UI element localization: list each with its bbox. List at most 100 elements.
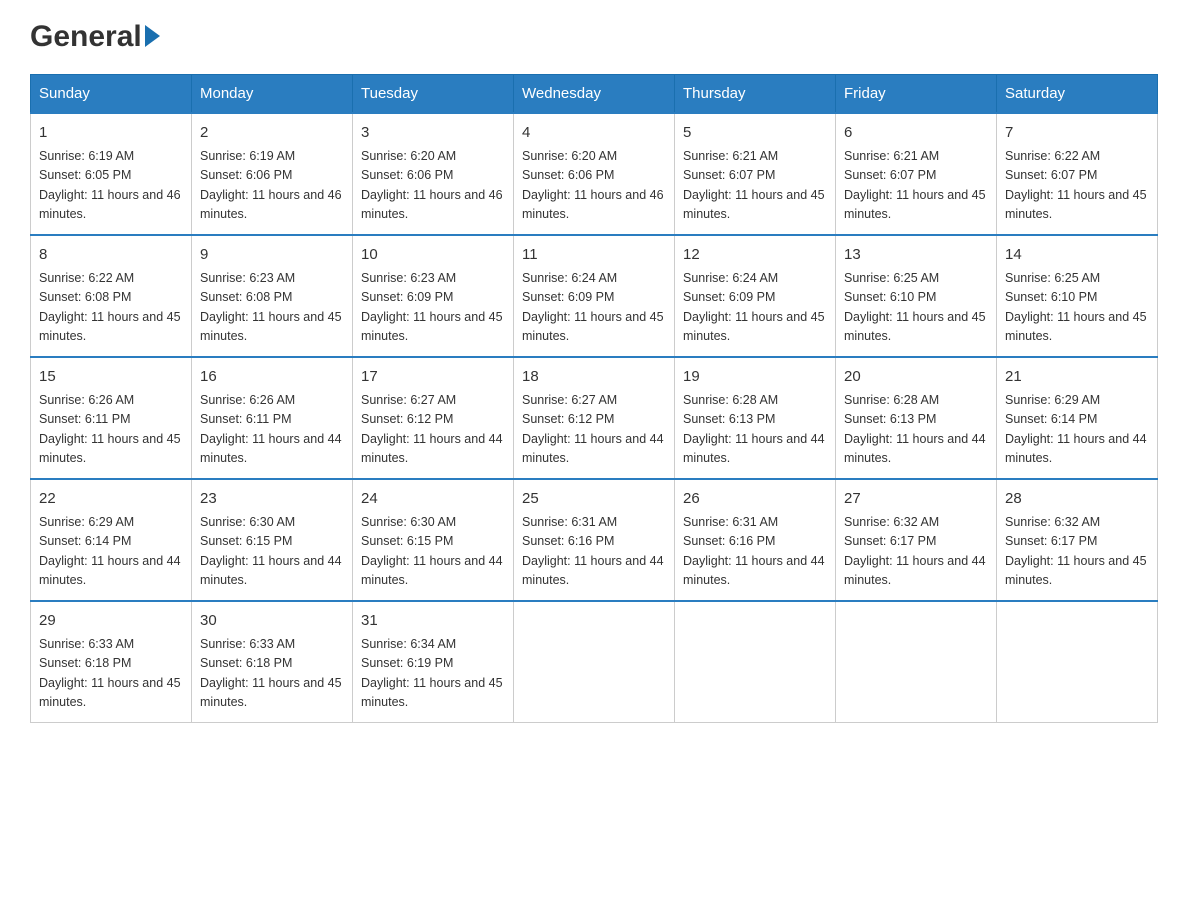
day-number: 23 (200, 488, 344, 510)
week-row-4: 22Sunrise: 6:29 AMSunset: 6:14 PMDayligh… (31, 479, 1158, 601)
day-cell: 21 Sunrise: 6:29 AMSunset: 6:14 PMDayligh… (997, 357, 1158, 479)
day-info: Sunrise: 6:26 AMSunset: 6:11 PMDaylight:… (200, 393, 342, 466)
day-info: Sunrise: 6:31 AMSunset: 6:16 PMDaylight:… (683, 515, 825, 588)
day-cell: 11 Sunrise: 6:24 AMSunset: 6:09 PMDayligh… (514, 235, 675, 357)
day-cell: 12Sunrise: 6:24 AMSunset: 6:09 PMDayligh… (675, 235, 836, 357)
day-number: 30 (200, 610, 344, 632)
day-cell (514, 601, 675, 723)
day-number: 12 (683, 244, 827, 266)
day-number: 4 (522, 122, 666, 144)
day-cell: 30 Sunrise: 6:33 AMSunset: 6:18 PMDayligh… (192, 601, 353, 723)
day-cell: 18 Sunrise: 6:27 AMSunset: 6:12 PMDayligh… (514, 357, 675, 479)
day-cell: 19 Sunrise: 6:28 AMSunset: 6:13 PMDayligh… (675, 357, 836, 479)
header-sunday: Sunday (31, 75, 192, 114)
day-info: Sunrise: 6:33 AMSunset: 6:18 PMDaylight:… (200, 637, 342, 710)
day-info: Sunrise: 6:29 AMSunset: 6:14 PMDaylight:… (1005, 393, 1147, 466)
day-number: 28 (1005, 488, 1149, 510)
day-cell: 28 Sunrise: 6:32 AMSunset: 6:17 PMDayligh… (997, 479, 1158, 601)
day-info: Sunrise: 6:28 AMSunset: 6:13 PMDaylight:… (844, 393, 986, 466)
day-number: 7 (1005, 122, 1149, 144)
logo-arrow-icon (145, 25, 160, 47)
header-tuesday: Tuesday (353, 75, 514, 114)
day-number: 6 (844, 122, 988, 144)
day-number: 11 (522, 244, 666, 266)
day-number: 26 (683, 488, 827, 510)
header-wednesday: Wednesday (514, 75, 675, 114)
day-cell: 25 Sunrise: 6:31 AMSunset: 6:16 PMDayligh… (514, 479, 675, 601)
day-info: Sunrise: 6:19 AMSunset: 6:06 PMDaylight:… (200, 149, 342, 222)
day-number: 20 (844, 366, 988, 388)
day-cell: 29 Sunrise: 6:33 AMSunset: 6:18 PMDayligh… (31, 601, 192, 723)
day-number: 17 (361, 366, 505, 388)
day-cell: 16 Sunrise: 6:26 AMSunset: 6:11 PMDayligh… (192, 357, 353, 479)
day-cell: 27Sunrise: 6:32 AMSunset: 6:17 PMDayligh… (836, 479, 997, 601)
day-number: 10 (361, 244, 505, 266)
day-number: 1 (39, 122, 183, 144)
week-row-2: 8 Sunrise: 6:22 AMSunset: 6:08 PMDaylight… (31, 235, 1158, 357)
day-info: Sunrise: 6:25 AMSunset: 6:10 PMDaylight:… (844, 271, 986, 344)
day-info: Sunrise: 6:20 AMSunset: 6:06 PMDaylight:… (361, 149, 503, 222)
day-info: Sunrise: 6:32 AMSunset: 6:17 PMDaylight:… (1005, 515, 1147, 588)
day-cell: 6 Sunrise: 6:21 AMSunset: 6:07 PMDaylight… (836, 113, 997, 235)
day-number: 21 (1005, 366, 1149, 388)
header-saturday: Saturday (997, 75, 1158, 114)
day-cell: 7 Sunrise: 6:22 AMSunset: 6:07 PMDaylight… (997, 113, 1158, 235)
day-cell: 2Sunrise: 6:19 AMSunset: 6:06 PMDaylight… (192, 113, 353, 235)
calendar-table: SundayMondayTuesdayWednesdayThursdayFrid… (30, 74, 1158, 723)
day-cell: 20 Sunrise: 6:28 AMSunset: 6:13 PMDayligh… (836, 357, 997, 479)
day-info: Sunrise: 6:24 AMSunset: 6:09 PMDaylight:… (522, 271, 664, 344)
day-info: Sunrise: 6:25 AMSunset: 6:10 PMDaylight:… (1005, 271, 1147, 344)
day-info: Sunrise: 6:33 AMSunset: 6:18 PMDaylight:… (39, 637, 181, 710)
day-cell: 14Sunrise: 6:25 AMSunset: 6:10 PMDayligh… (997, 235, 1158, 357)
day-cell: 13 Sunrise: 6:25 AMSunset: 6:10 PMDayligh… (836, 235, 997, 357)
day-number: 18 (522, 366, 666, 388)
day-cell: 24 Sunrise: 6:30 AMSunset: 6:15 PMDayligh… (353, 479, 514, 601)
logo-general: General (30, 20, 142, 54)
day-cell: 4 Sunrise: 6:20 AMSunset: 6:06 PMDaylight… (514, 113, 675, 235)
day-info: Sunrise: 6:29 AMSunset: 6:14 PMDaylight:… (39, 515, 181, 588)
logo: General Blue (30, 20, 160, 54)
day-number: 3 (361, 122, 505, 144)
week-row-1: 1 Sunrise: 6:19 AMSunset: 6:05 PMDaylight… (31, 113, 1158, 235)
day-info: Sunrise: 6:27 AMSunset: 6:12 PMDaylight:… (522, 393, 664, 466)
day-number: 29 (39, 610, 183, 632)
day-cell: 3 Sunrise: 6:20 AMSunset: 6:06 PMDaylight… (353, 113, 514, 235)
day-info: Sunrise: 6:27 AMSunset: 6:12 PMDaylight:… (361, 393, 503, 466)
day-cell (836, 601, 997, 723)
day-info: Sunrise: 6:21 AMSunset: 6:07 PMDaylight:… (844, 149, 986, 222)
day-info: Sunrise: 6:22 AMSunset: 6:07 PMDaylight:… (1005, 149, 1147, 222)
day-info: Sunrise: 6:26 AMSunset: 6:11 PMDaylight:… (39, 393, 181, 466)
day-number: 9 (200, 244, 344, 266)
day-info: Sunrise: 6:19 AMSunset: 6:05 PMDaylight:… (39, 149, 181, 222)
day-info: Sunrise: 6:28 AMSunset: 6:13 PMDaylight:… (683, 393, 825, 466)
day-cell: 17 Sunrise: 6:27 AMSunset: 6:12 PMDayligh… (353, 357, 514, 479)
day-info: Sunrise: 6:20 AMSunset: 6:06 PMDaylight:… (522, 149, 664, 222)
day-number: 5 (683, 122, 827, 144)
day-number: 25 (522, 488, 666, 510)
day-number: 13 (844, 244, 988, 266)
day-number: 24 (361, 488, 505, 510)
day-cell: 22Sunrise: 6:29 AMSunset: 6:14 PMDayligh… (31, 479, 192, 601)
day-info: Sunrise: 6:31 AMSunset: 6:16 PMDaylight:… (522, 515, 664, 588)
day-number: 8 (39, 244, 183, 266)
day-cell: 26 Sunrise: 6:31 AMSunset: 6:16 PMDayligh… (675, 479, 836, 601)
day-cell: 5 Sunrise: 6:21 AMSunset: 6:07 PMDaylight… (675, 113, 836, 235)
day-info: Sunrise: 6:30 AMSunset: 6:15 PMDaylight:… (361, 515, 503, 588)
day-number: 19 (683, 366, 827, 388)
week-row-3: 15Sunrise: 6:26 AMSunset: 6:11 PMDayligh… (31, 357, 1158, 479)
day-cell (675, 601, 836, 723)
day-cell: 23 Sunrise: 6:30 AMSunset: 6:15 PMDayligh… (192, 479, 353, 601)
day-info: Sunrise: 6:23 AMSunset: 6:09 PMDaylight:… (361, 271, 503, 344)
day-info: Sunrise: 6:30 AMSunset: 6:15 PMDaylight:… (200, 515, 342, 588)
day-cell: 1 Sunrise: 6:19 AMSunset: 6:05 PMDaylight… (31, 113, 192, 235)
day-cell (997, 601, 1158, 723)
header-friday: Friday (836, 75, 997, 114)
day-info: Sunrise: 6:23 AMSunset: 6:08 PMDaylight:… (200, 271, 342, 344)
day-info: Sunrise: 6:21 AMSunset: 6:07 PMDaylight:… (683, 149, 825, 222)
day-info: Sunrise: 6:32 AMSunset: 6:17 PMDaylight:… (844, 515, 986, 588)
day-cell: 15Sunrise: 6:26 AMSunset: 6:11 PMDayligh… (31, 357, 192, 479)
logo-row1: General (30, 20, 160, 54)
day-number: 31 (361, 610, 505, 632)
day-info: Sunrise: 6:22 AMSunset: 6:08 PMDaylight:… (39, 271, 181, 344)
day-number: 16 (200, 366, 344, 388)
